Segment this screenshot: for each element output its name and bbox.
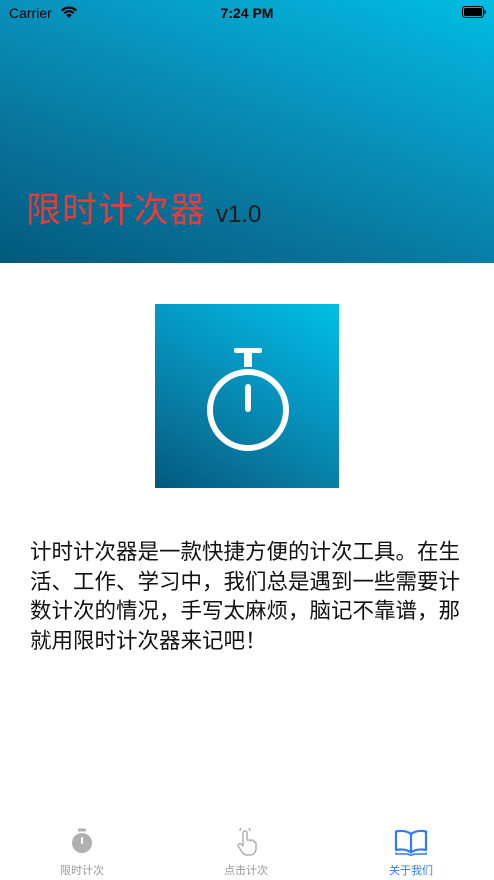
app-description: 计时计次器是一款快捷方便的计次工具。在生活、工作、学习中，我们总是遇到一些需要计… <box>30 540 461 654</box>
tap-hand-icon <box>237 828 257 856</box>
app-logo <box>155 304 339 488</box>
tab-timed-count[interactable]: 限时计次 <box>0 820 164 880</box>
tab-bar: 限时计次 点击计次 关于我们 <box>0 820 494 880</box>
tab-about-us[interactable]: 关于我们 <box>329 820 493 880</box>
book-icon <box>394 829 428 856</box>
tab-tap-count-label: 点击计次 <box>224 864 268 877</box>
status-bar: Carrier 7:24 PM <box>0 0 494 28</box>
version-label: v1.0 <box>216 201 262 228</box>
stopwatch-icon <box>72 828 92 853</box>
tab-timed-count-label: 限时计次 <box>60 864 104 877</box>
battery-icon <box>462 6 486 18</box>
stopwatch-icon <box>207 348 289 451</box>
tab-tap-count[interactable]: 点击计次 <box>164 820 328 880</box>
header-banner: Carrier 7:24 PM 限时计次器 v1.0 <box>0 0 494 263</box>
status-time: 7:24 PM <box>220 5 274 21</box>
title-row: 限时计次器 v1.0 <box>26 182 262 231</box>
app-title: 限时计次器 <box>26 191 207 231</box>
tab-about-us-label: 关于我们 <box>389 864 433 877</box>
